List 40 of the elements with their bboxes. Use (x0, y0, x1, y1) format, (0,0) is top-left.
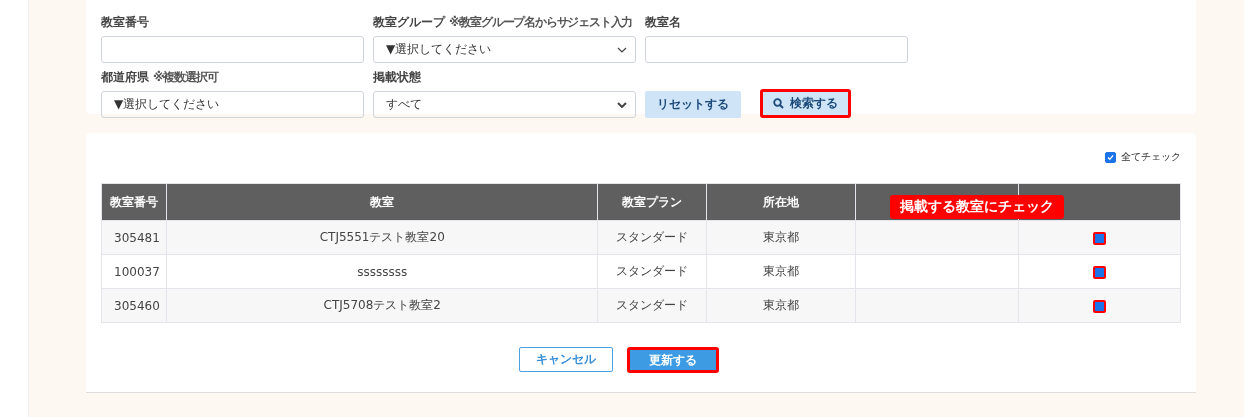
field-note: ※複数選択可 (153, 69, 218, 86)
table-cell: 100037 (101, 254, 167, 289)
chevron-down-icon (617, 101, 627, 108)
field-label: 掲載状態 (373, 69, 421, 86)
column-header: 教室 (166, 183, 598, 221)
callout-label: 掲載する教室にチェック (890, 195, 1064, 219)
check-all-checkbox[interactable] (1105, 151, 1116, 163)
field-label: 教室グループ (373, 14, 445, 31)
column-header: 教室番号 (101, 183, 167, 221)
table-cell: 東京都 (706, 254, 856, 289)
publish-checkbox[interactable] (1092, 265, 1106, 279)
table-cell: 東京都 (706, 288, 856, 323)
table-cell: スタンダード (597, 220, 707, 255)
group-select[interactable]: ▼選択してください (373, 36, 636, 63)
table-cell: 東京都 (706, 220, 856, 255)
publish-checkbox[interactable] (1092, 231, 1106, 245)
table-cell: ssssssss (166, 254, 598, 289)
status-select[interactable]: すべて (373, 91, 636, 118)
reset-button[interactable]: リセットする (645, 91, 741, 118)
table-cell: 305481 (101, 220, 167, 255)
field-label: 都道府県 (101, 69, 149, 86)
column-header: 所在地 (706, 183, 856, 221)
table-cell: CTJ5708テスト教室2 (166, 288, 598, 323)
search-icon (773, 98, 784, 109)
table-cell: 305460 (101, 288, 167, 323)
table-cell: スタンダード (597, 288, 707, 323)
column-header: 教室プラン (597, 183, 707, 221)
publish-checkbox[interactable] (1092, 299, 1106, 313)
table-cell: CTJ5551テスト教室20 (166, 220, 598, 255)
prefecture-select[interactable]: ▼選択してください (101, 91, 364, 118)
field-note: ※教室グループ名からサジェスト入力 (449, 14, 633, 31)
check-all-label: 全てチェック (1121, 150, 1181, 164)
chevron-down-icon (617, 46, 627, 53)
field-label: 教室番号 (101, 14, 149, 31)
search-button[interactable]: 検索する (760, 89, 851, 118)
field-label: 教室名 (645, 14, 681, 31)
classroom-name-field[interactable] (645, 36, 908, 63)
table-cell: スタンダード (597, 254, 707, 289)
cancel-button[interactable]: キャンセル (518, 347, 613, 372)
classroom-number-field[interactable] (101, 36, 364, 63)
